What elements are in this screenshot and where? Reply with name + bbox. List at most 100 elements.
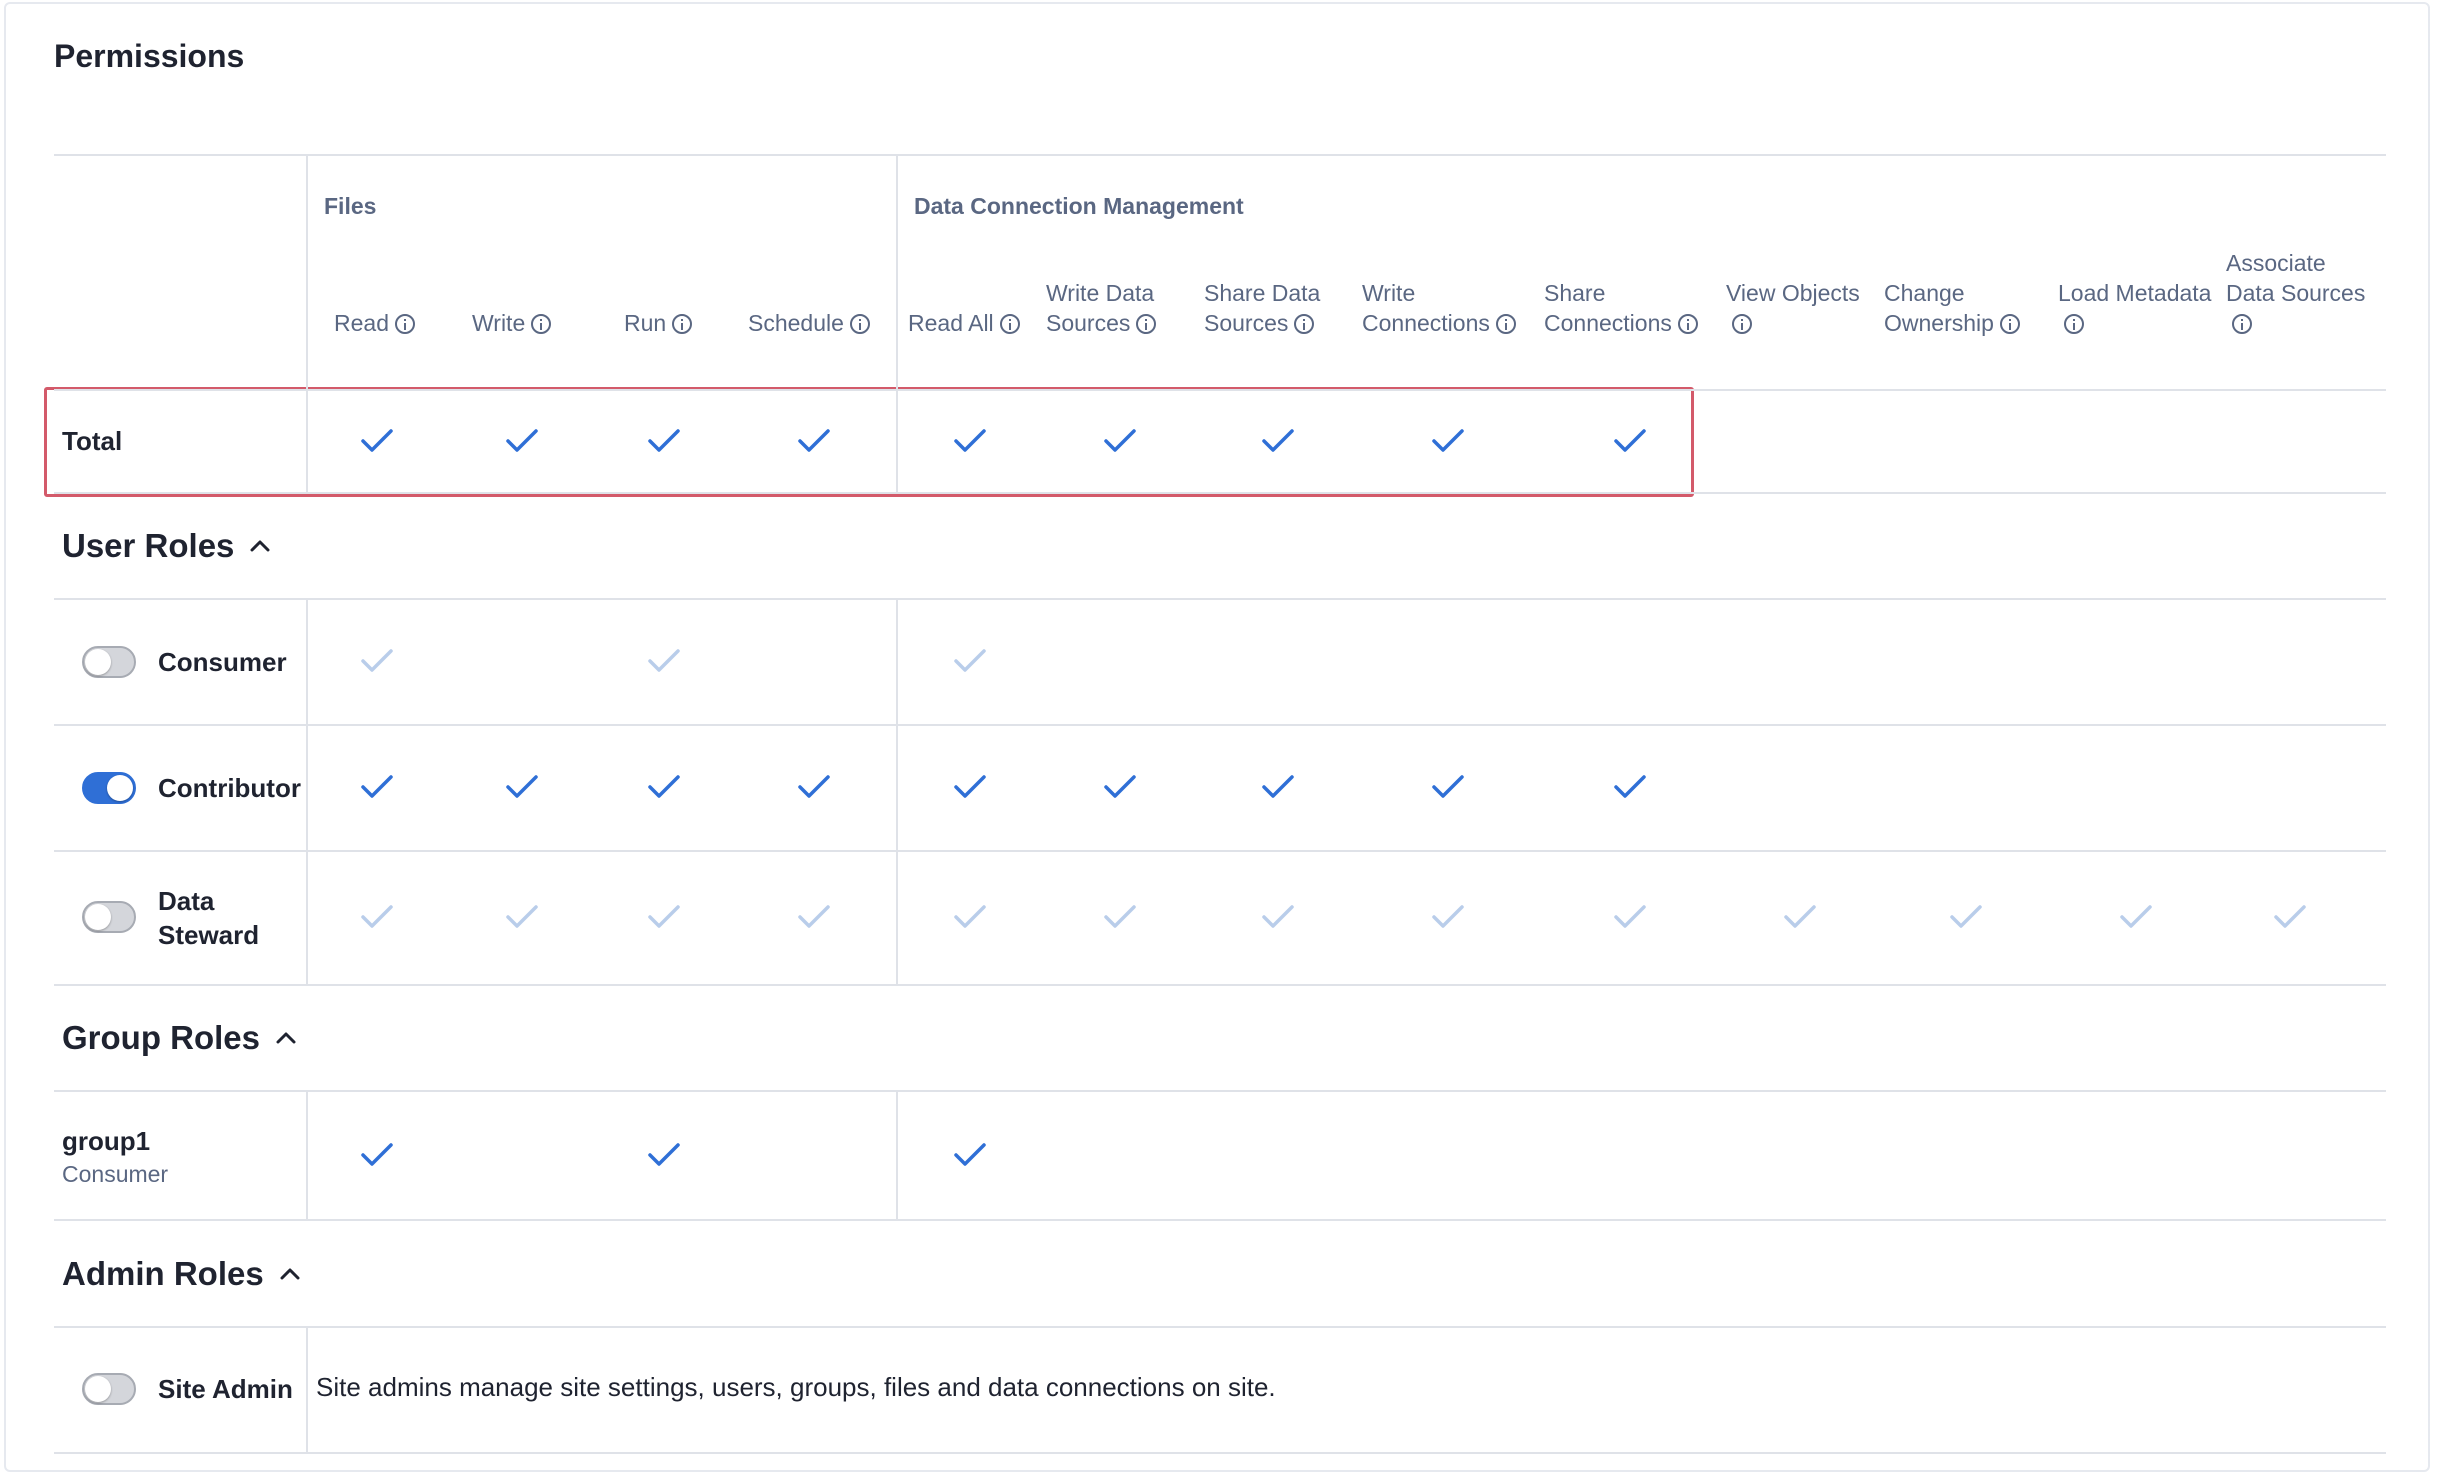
column-header-label: Write (472, 310, 526, 336)
column-header-label: Run (624, 310, 667, 336)
column-header-run: Run (624, 246, 734, 338)
total-check-icon (798, 429, 830, 452)
contributor-check-icon (798, 775, 830, 798)
column-header-label: Schedule (748, 310, 844, 336)
data-steward-check-icon (1432, 905, 1464, 928)
column-header-associate-data-sources: Associate Data Sources (2226, 246, 2376, 338)
toggle-consumer[interactable] (82, 646, 136, 678)
info-icon[interactable] (394, 314, 415, 334)
row-divider (54, 1090, 2386, 1092)
info-icon[interactable] (672, 314, 693, 334)
column-header-share-connections: Share Connections (1544, 246, 1719, 338)
role-label-data-steward: Data Steward (158, 886, 260, 950)
group-divider (896, 598, 898, 984)
contributor-check-icon (1262, 775, 1294, 798)
data-steward-check-icon (798, 905, 830, 928)
total-check-icon (648, 429, 680, 452)
contributor-check-icon (1104, 775, 1136, 798)
column-header-label: Change Ownership (1884, 280, 1994, 336)
group-name-group1: group1 (62, 1126, 151, 1156)
info-icon[interactable] (849, 314, 870, 334)
info-icon[interactable] (1294, 314, 1315, 334)
contributor-check-icon (1614, 775, 1646, 798)
row-divider (54, 1219, 2386, 1221)
row-divider (54, 724, 2386, 726)
page-title: Permissions (54, 38, 245, 74)
section-user-roles[interactable]: User Roles (62, 526, 272, 566)
info-icon[interactable] (1136, 314, 1157, 334)
total-check-icon (1614, 429, 1646, 452)
data-steward-check-icon (506, 905, 538, 928)
data-steward-check-icon (648, 905, 680, 928)
group-header-data-connection-management: Data Connection Management (914, 193, 1244, 219)
consumer-check-icon (954, 649, 986, 672)
info-icon[interactable] (1495, 314, 1516, 334)
contributor-check-icon (648, 775, 680, 798)
section-admin-roles[interactable]: Admin Roles (62, 1254, 302, 1294)
column-header-write: Write (472, 246, 602, 338)
role-label-site-admin: Site Admin (158, 1374, 293, 1404)
column-header-load-metadata: Load Metadata (2058, 246, 2218, 338)
row-divider (54, 389, 2386, 391)
row-divider (54, 984, 2386, 986)
total-check-icon (954, 429, 986, 452)
total-check-icon (361, 429, 393, 452)
group-divider (896, 154, 898, 492)
group-divider (896, 1090, 898, 1219)
consumer-check-icon (361, 649, 393, 672)
data-steward-check-icon (1614, 905, 1646, 928)
chevron-up-icon[interactable] (278, 1262, 302, 1286)
total-check-icon (1262, 429, 1294, 452)
column-header-label: Write Connections (1362, 280, 1490, 336)
info-icon[interactable] (531, 314, 552, 334)
column-header-write-data-sources: Write Data Sources (1046, 246, 1196, 338)
column-header-change-ownership: Change Ownership (1884, 246, 2054, 338)
section-admin-roles-label: Admin Roles (62, 1255, 264, 1292)
row-divider (54, 1452, 2386, 1454)
role-label-contributor: Contributor (158, 773, 301, 803)
group1-check-icon (361, 1143, 393, 1166)
info-icon[interactable] (999, 314, 1020, 334)
group-role-group1: Consumer (62, 1161, 169, 1187)
data-steward-check-icon (1950, 905, 1982, 928)
column-header-write-connections: Write Connections (1362, 246, 1542, 338)
chevron-up-icon[interactable] (248, 534, 272, 558)
info-icon[interactable] (2232, 314, 2252, 334)
column-header-label: Associate Data Sources (2226, 250, 2366, 306)
column-header-schedule: Schedule (748, 246, 898, 338)
data-steward-check-icon (2274, 905, 2306, 928)
data-steward-check-icon (1784, 905, 1816, 928)
info-icon[interactable] (1999, 314, 2020, 334)
header-top-divider (54, 154, 2386, 156)
data-steward-check-icon (1262, 905, 1294, 928)
column-divider (306, 154, 308, 492)
row-divider (54, 492, 2386, 494)
chevron-up-icon[interactable] (274, 1026, 298, 1050)
toggle-data-steward[interactable] (82, 901, 136, 933)
group-header-files: Files (324, 193, 377, 219)
consumer-check-icon (648, 649, 680, 672)
column-header-label: Load Metadata (2058, 280, 2212, 306)
column-header-read-all: Read All (908, 246, 1038, 338)
column-divider (306, 1090, 308, 1219)
info-icon[interactable] (1732, 314, 1752, 334)
info-icon[interactable] (2064, 314, 2084, 334)
column-header-share-data-sources: Share Data Sources (1204, 246, 1354, 338)
data-steward-check-icon (2120, 905, 2152, 928)
column-header-label: View Objects (1726, 280, 1860, 306)
column-header-label: Read All (908, 310, 994, 336)
contributor-check-icon (506, 775, 538, 798)
group1-check-icon (648, 1143, 680, 1166)
column-header-label: Read (334, 310, 389, 336)
toggle-site-admin[interactable] (82, 1373, 136, 1405)
permissions-table: Permissions Files Data Connection Manage… (0, 0, 2442, 1460)
section-group-roles[interactable]: Group Roles (62, 1018, 298, 1058)
group1-check-icon (954, 1143, 986, 1166)
section-user-roles-label: User Roles (62, 527, 235, 564)
column-divider (306, 598, 308, 984)
row-divider (54, 850, 2386, 852)
info-icon[interactable] (1677, 314, 1698, 334)
contributor-check-icon (954, 775, 986, 798)
toggle-contributor[interactable] (82, 772, 136, 804)
column-header-label: Share Connections (1544, 280, 1672, 336)
